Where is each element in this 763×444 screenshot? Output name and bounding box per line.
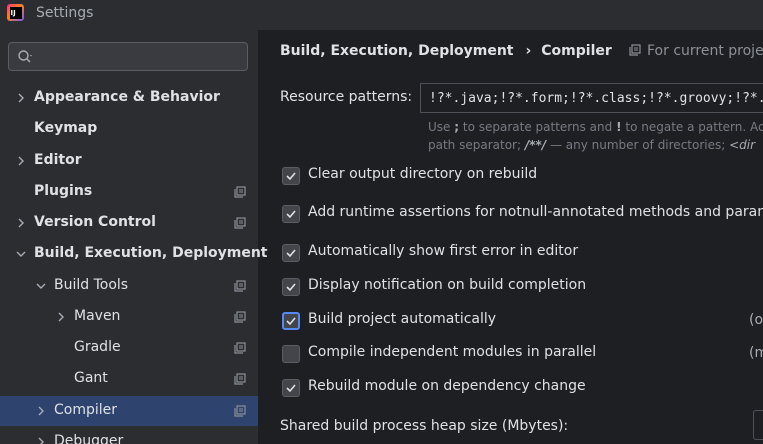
project-settings-icon <box>234 280 246 292</box>
checkbox[interactable] <box>282 379 300 397</box>
sidebar-item-label: Appearance & Behavior <box>34 89 220 105</box>
project-settings-icon <box>234 342 246 354</box>
sidebar-item-build-tools[interactable]: Build Tools <box>0 272 258 300</box>
sidebar-item-maven[interactable]: Maven <box>0 303 258 331</box>
checkmark-icon <box>286 249 296 258</box>
sidebar-item-gant[interactable]: Gant <box>0 365 258 393</box>
sidebar-item-version-control[interactable]: Version Control <box>0 209 258 237</box>
chevron-down-icon <box>16 251 26 257</box>
project-settings-icon <box>234 186 246 198</box>
window-title: Settings <box>36 5 94 21</box>
project-settings-icon <box>234 311 246 323</box>
chevron-right-icon <box>38 406 44 416</box>
resource-patterns-hint-line1: Use ; to separate patterns and ! to nega… <box>428 120 763 134</box>
intellij-logo-icon: IJ <box>7 4 24 21</box>
sidebar-item-build-execution-deployment[interactable]: Build, Execution, Deployment <box>0 240 268 268</box>
project-settings-icon <box>234 217 246 229</box>
sidebar-item-appearance-behavior[interactable]: Appearance & Behavior <box>0 84 258 112</box>
option-label: Display notification on build completion <box>308 277 587 293</box>
search-box[interactable] <box>8 42 248 71</box>
sidebar-item-editor[interactable]: Editor <box>0 147 258 175</box>
checkbox[interactable] <box>282 278 300 296</box>
settings-sidebar: Appearance & Behavior Keymap Editor Plug… <box>0 30 268 444</box>
sidebar-item-label: Gant <box>74 370 108 386</box>
resource-patterns-label: Resource patterns: <box>280 89 413 105</box>
chevron-right-icon <box>18 156 24 166</box>
heap-size-input[interactable] <box>753 410 763 440</box>
option-label: Clear output directory on rebuild <box>308 166 538 182</box>
sidebar-item-label: Editor <box>34 152 82 168</box>
sidebar-item-label: Build Tools <box>54 277 129 293</box>
project-settings-icon <box>234 373 246 385</box>
option-note: (o <box>749 312 763 328</box>
option-label: Add runtime assertions for notnull-annot… <box>308 204 763 220</box>
settings-window: IJ Settings Appearance & Behavior Keymap… <box>0 0 763 444</box>
option-label: Rebuild module on dependency change <box>308 378 586 394</box>
breadcrumb: Build, Execution, Deployment › Compiler <box>280 43 612 59</box>
sidebar-item-label: Keymap <box>34 120 98 136</box>
sidebar-item-keymap[interactable]: Keymap <box>0 115 258 143</box>
breadcrumb-current: Compiler <box>541 43 612 59</box>
sidebar-item-debugger[interactable]: Debugger <box>0 428 258 444</box>
heap-size-label: Shared build process heap size (Mbytes): <box>280 418 569 434</box>
sidebar-item-label: Compiler <box>54 402 118 418</box>
chevron-down-icon <box>36 283 46 289</box>
sidebar-item-gradle[interactable]: Gradle <box>0 334 258 362</box>
sidebar-item-label: Gradle <box>74 339 121 355</box>
breadcrumb-separator: › <box>525 43 532 59</box>
checkmark-icon <box>286 317 296 326</box>
breadcrumb-parent[interactable]: Build, Execution, Deployment <box>280 43 514 59</box>
checkbox[interactable] <box>282 345 300 363</box>
option-note: (m <box>749 345 763 361</box>
checkbox[interactable] <box>282 244 300 262</box>
sidebar-item-compiler[interactable]: Compiler <box>0 396 258 426</box>
chevron-right-icon <box>58 312 64 322</box>
search-icon <box>18 50 32 63</box>
sidebar-item-label: Build, Execution, Deployment <box>34 245 268 261</box>
resource-patterns-input[interactable] <box>420 83 763 113</box>
sidebar-item-label: Plugins <box>34 183 93 199</box>
for-current-project-label: For current project <box>647 43 763 59</box>
checkmark-icon <box>286 172 296 181</box>
title-bar: IJ Settings <box>0 0 763 30</box>
checkmark-icon <box>286 384 296 393</box>
option-label: Automatically show first error in editor <box>308 243 579 259</box>
checkbox[interactable] <box>282 205 300 223</box>
option-label: Build project automatically <box>308 311 497 327</box>
search-input[interactable] <box>41 46 241 67</box>
chevron-right-icon <box>18 93 24 103</box>
project-settings-icon <box>234 405 246 417</box>
checkbox[interactable] <box>282 312 300 330</box>
for-current-project-indicator: For current project <box>629 43 763 59</box>
sidebar-item-plugins[interactable]: Plugins <box>0 178 258 206</box>
resource-patterns-hint-line2: path separator; /**/ — any number of dir… <box>428 138 756 152</box>
sidebar-item-label: Version Control <box>34 214 156 230</box>
checkmark-icon <box>286 283 296 292</box>
project-settings-icon <box>629 44 641 56</box>
chevron-right-icon <box>38 437 44 444</box>
option-label: Compile independent modules in parallel <box>308 344 597 360</box>
checkbox[interactable] <box>282 167 300 185</box>
sidebar-item-label: Maven <box>74 308 121 324</box>
sidebar-item-label: Debugger <box>54 433 124 444</box>
chevron-right-icon <box>18 218 24 228</box>
checkmark-icon <box>286 210 296 219</box>
